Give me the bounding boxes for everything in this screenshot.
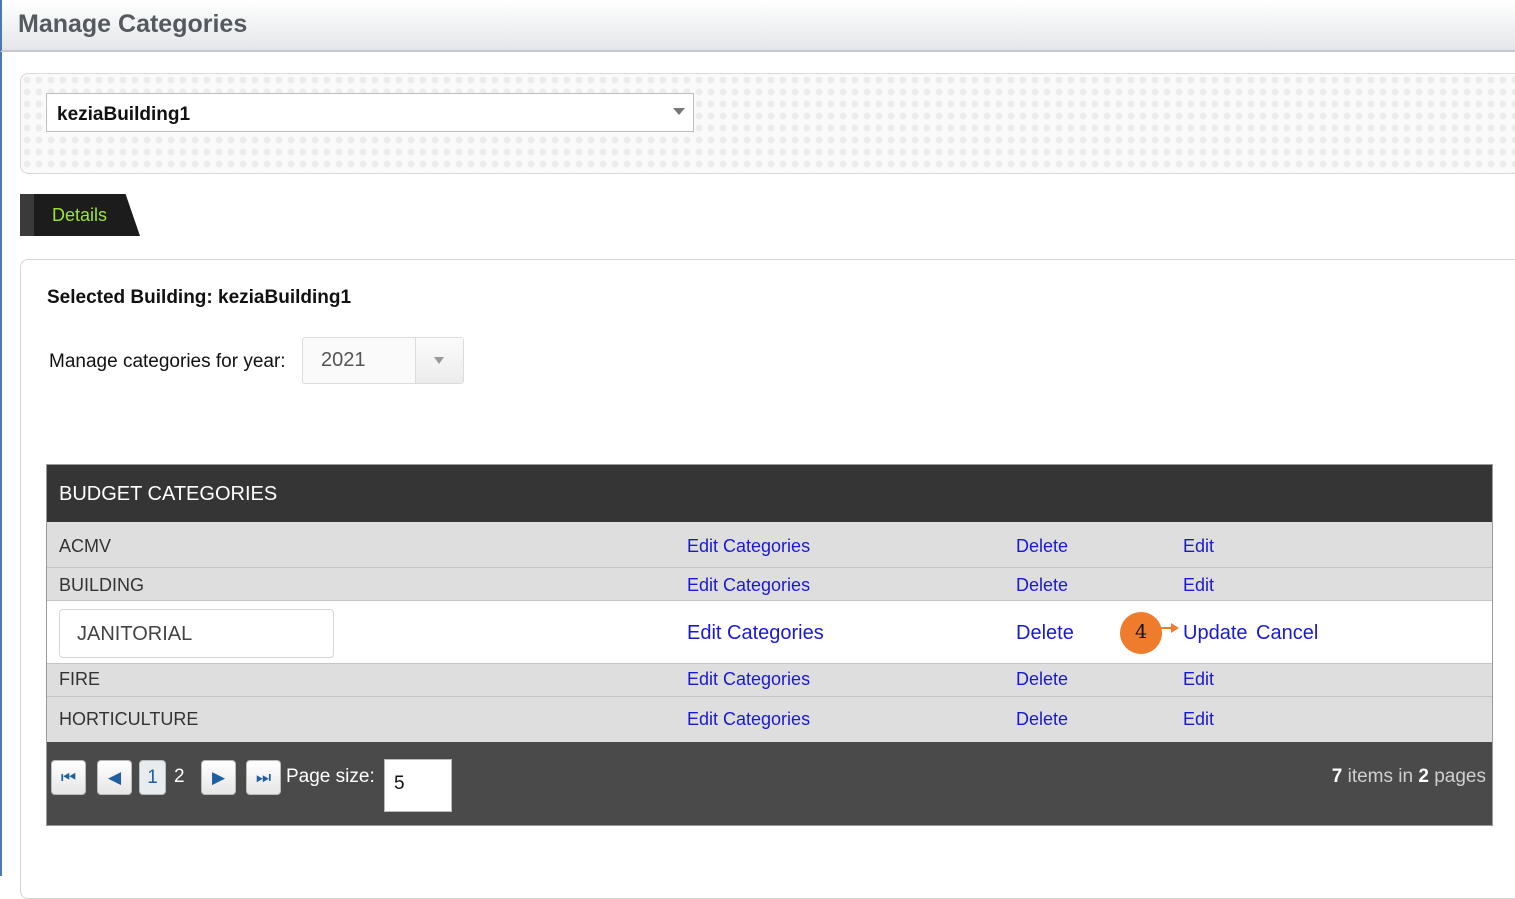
delete-link[interactable]: Delete bbox=[1016, 575, 1068, 596]
next-page-icon: ▶ bbox=[211, 768, 226, 787]
pager-summary: 7 items in 2 pages bbox=[1332, 766, 1486, 788]
total-pages: 2 bbox=[1418, 766, 1429, 787]
edit-categories-link[interactable]: Edit Categories bbox=[687, 669, 810, 690]
page-number-current[interactable]: 1 bbox=[139, 760, 166, 795]
tab-details-label[interactable]: Details bbox=[52, 205, 107, 226]
next-page-button[interactable]: ▶ bbox=[201, 760, 236, 795]
edit-link[interactable]: Edit bbox=[1183, 669, 1214, 690]
pages-text: pages bbox=[1434, 766, 1486, 787]
category-name: HORTICULTURE bbox=[59, 709, 199, 729]
edit-categories-link[interactable]: Edit Categories bbox=[687, 622, 824, 645]
table-row-editing: JANITORIAL Edit Categories Delete 4 Upda… bbox=[47, 601, 1492, 664]
edit-link[interactable]: Edit bbox=[1183, 709, 1214, 730]
delete-link[interactable]: Delete bbox=[1016, 709, 1068, 730]
edit-categories-link[interactable]: Edit Categories bbox=[687, 709, 810, 730]
step-callout-number: 4 bbox=[1134, 621, 1148, 643]
table-row: HORTICULTURE Edit Categories Delete Edit bbox=[47, 697, 1492, 742]
items-in-text: items in bbox=[1347, 766, 1414, 787]
chevron-down-icon bbox=[673, 108, 685, 115]
edit-categories-link[interactable]: Edit Categories bbox=[687, 536, 810, 557]
building-dropdown[interactable]: keziaBuilding1 bbox=[46, 93, 694, 132]
step-callout-badge: 4 bbox=[1120, 612, 1162, 654]
category-name-input[interactable]: JANITORIAL bbox=[59, 609, 334, 658]
cancel-link[interactable]: Cancel bbox=[1256, 622, 1318, 645]
budget-categories-grid: BUDGET CATEGORIES ACMV Edit Categories D… bbox=[46, 464, 1493, 826]
year-dropdown-value: 2021 bbox=[321, 349, 366, 371]
tab-details-strip bbox=[20, 194, 34, 236]
callout-arrowhead-icon bbox=[1171, 623, 1179, 633]
table-row: ACMV Edit Categories Delete Edit bbox=[47, 522, 1492, 568]
update-link[interactable]: Update bbox=[1183, 622, 1248, 645]
building-dropdown-value: keziaBuilding1 bbox=[57, 104, 191, 125]
page-header: Manage Categories bbox=[0, 0, 1515, 52]
total-items: 7 bbox=[1331, 766, 1343, 787]
delete-link[interactable]: Delete bbox=[1016, 622, 1074, 645]
first-page-icon: ⏮ bbox=[60, 768, 77, 787]
edit-link[interactable]: Edit bbox=[1183, 575, 1214, 596]
year-dropdown[interactable]: 2021 bbox=[302, 337, 464, 384]
table-row: FIRE Edit Categories Delete Edit bbox=[47, 664, 1492, 697]
table-row: BUILDING Edit Categories Delete Edit bbox=[47, 568, 1492, 601]
category-name: ACMV bbox=[59, 536, 112, 556]
category-name: BUILDING bbox=[59, 575, 145, 595]
category-name: FIRE bbox=[59, 669, 101, 689]
year-label: Manage categories for year: bbox=[49, 351, 286, 372]
page-size-input[interactable]: 5 bbox=[384, 759, 452, 812]
edit-link[interactable]: Edit bbox=[1183, 536, 1214, 557]
page-number[interactable]: 2 bbox=[174, 766, 185, 788]
window-edge bbox=[0, 0, 2, 876]
year-dropdown-button[interactable] bbox=[415, 338, 463, 383]
first-page-button[interactable]: ⏮ bbox=[51, 760, 86, 795]
selected-building-heading: Selected Building: keziaBuilding1 bbox=[47, 287, 352, 308]
grid-pager: ⏮ ◀ 1 2 ▶ ⏭ Page size: 5 7 items in 2 pa… bbox=[47, 742, 1492, 825]
category-name-input-value: JANITORIAL bbox=[77, 623, 193, 645]
page-title: Manage Categories bbox=[18, 10, 248, 38]
delete-link[interactable]: Delete bbox=[1016, 536, 1068, 557]
page-size-value: 5 bbox=[394, 773, 405, 794]
previous-page-icon: ◀ bbox=[107, 768, 122, 787]
last-page-icon: ⏭ bbox=[255, 768, 272, 787]
page-size-label: Page size: bbox=[286, 766, 375, 787]
previous-page-button[interactable]: ◀ bbox=[97, 760, 132, 795]
delete-link[interactable]: Delete bbox=[1016, 669, 1068, 690]
chevron-down-icon bbox=[434, 357, 444, 364]
edit-categories-link[interactable]: Edit Categories bbox=[687, 575, 810, 596]
last-page-button[interactable]: ⏭ bbox=[246, 760, 281, 795]
grid-title: BUDGET CATEGORIES bbox=[59, 483, 278, 505]
grid-header: BUDGET CATEGORIES bbox=[47, 465, 1492, 522]
